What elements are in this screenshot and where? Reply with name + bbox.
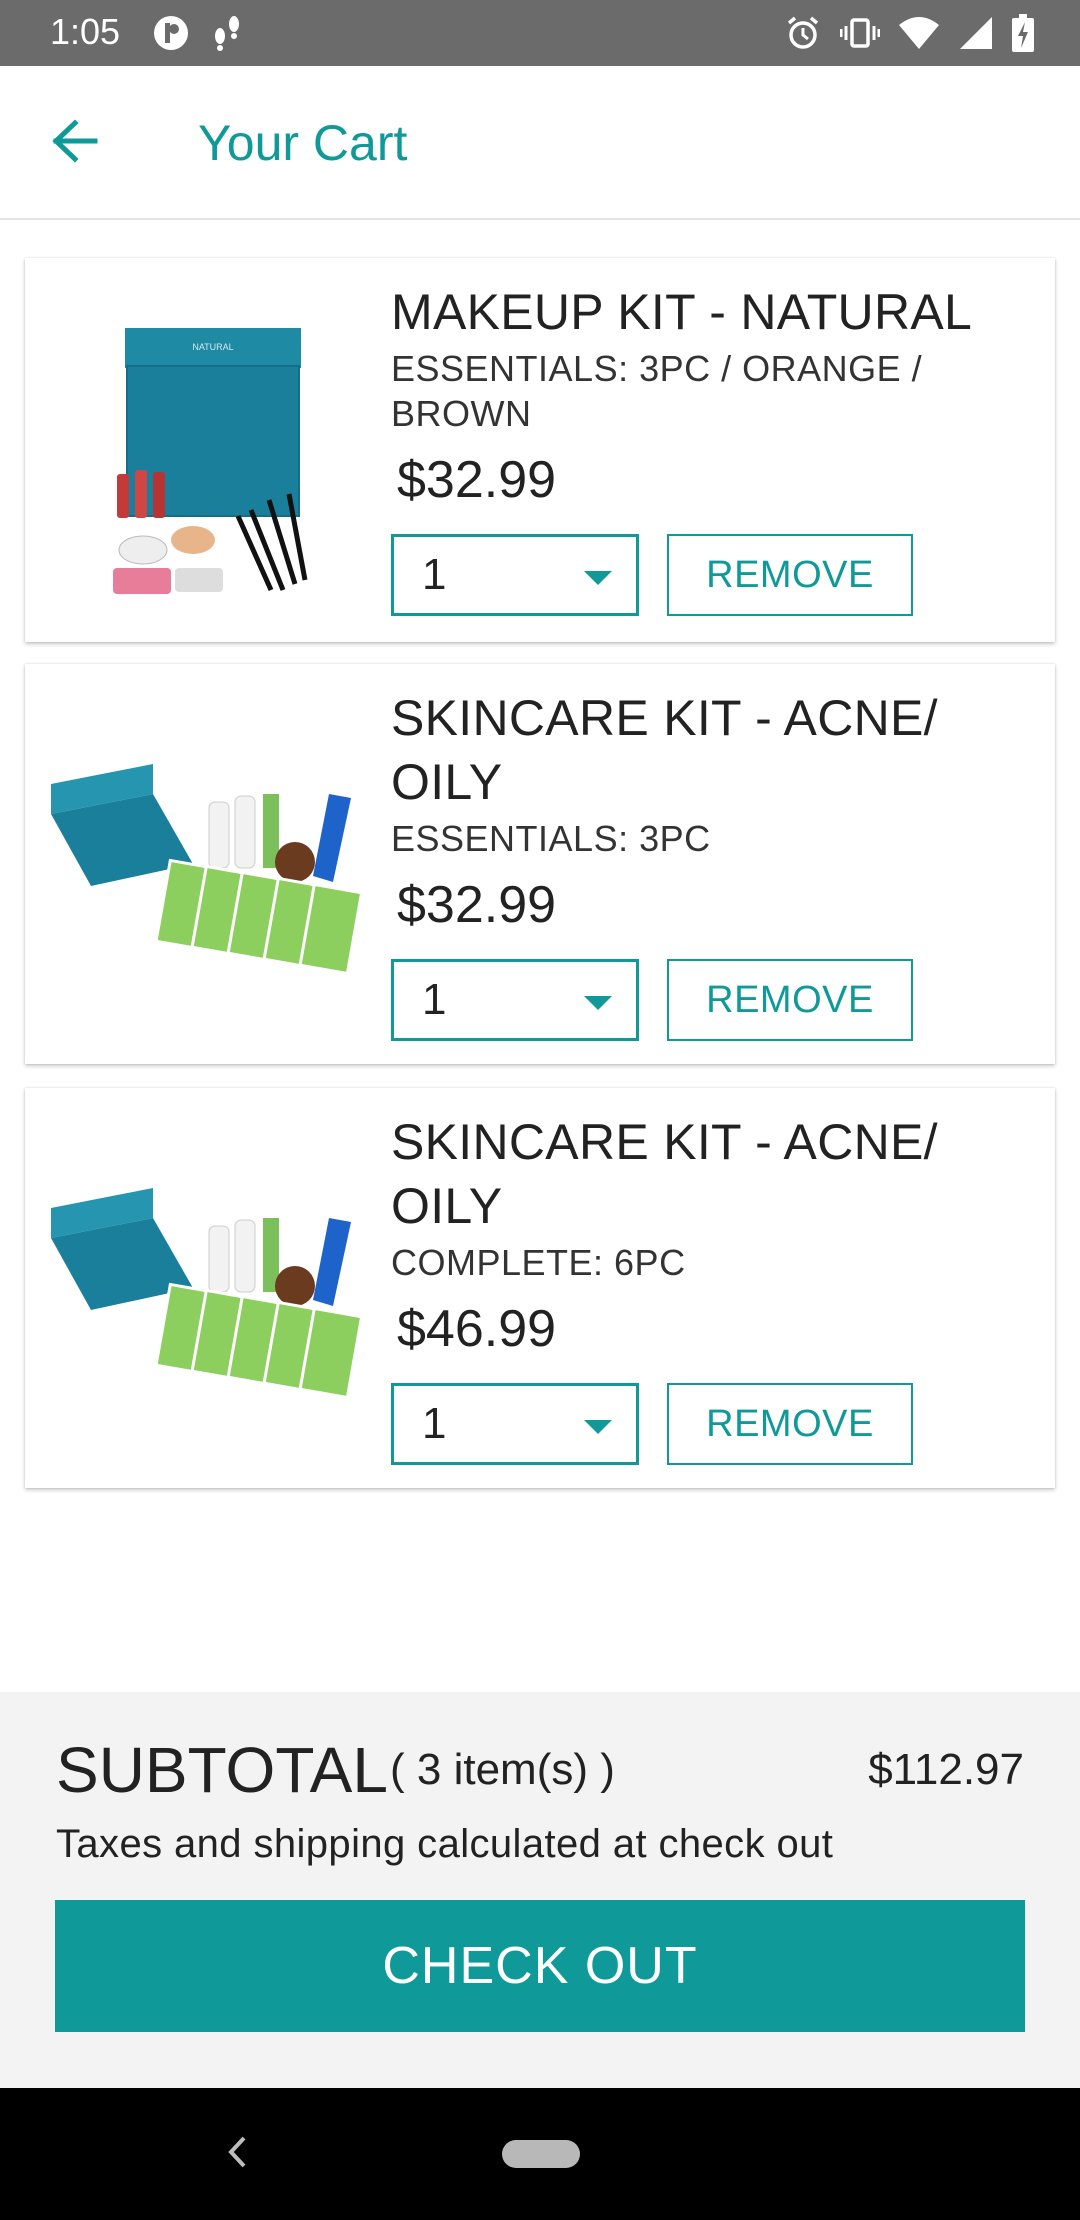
item-name: MAKEUP KIT - NATURAL [391,284,973,340]
item-name: SKINCARE KIT - ACNE/ OILY [391,690,938,810]
cart-summary: SUBTOTAL ( 3 item(s) ) $112.97 Taxes and… [0,1692,1080,2088]
wifi-icon [898,15,940,51]
quantity-value: 1 [422,1399,447,1448]
subtotal-amount: $112.97 [868,1745,1024,1794]
cell-signal-icon [958,15,994,51]
footsteps-icon [212,14,242,52]
quantity-value: 1 [422,975,447,1024]
item-variant: ESSENTIALS: 3PC / ORANGE / BROWN [391,348,923,434]
dropdown-arrow-icon [584,996,612,1010]
remove-button[interactable]: REMOVE [667,1383,913,1465]
item-name: SKINCARE KIT - ACNE/ OILY [391,1114,938,1234]
quantity-dropdown[interactable]: 1 [391,534,639,616]
subtotal-label: SUBTOTAL [56,1734,388,1806]
nav-home-button[interactable] [502,2140,580,2168]
status-bar: 1:05 [0,0,1080,66]
item-variant: ESSENTIALS: 3PC [391,818,711,859]
vibrate-icon [840,14,880,52]
battery-charging-icon [1012,14,1034,52]
dropdown-arrow-icon [584,571,612,585]
product-image-skincare-kit [43,1138,373,1438]
system-nav-bar [0,2088,1080,2220]
dropdown-arrow-icon [584,1420,612,1434]
status-time: 1:05 [50,11,121,52]
app-notification-icon [152,14,190,52]
arrow-back-icon [51,118,99,168]
checkout-button[interactable]: CHECK OUT [55,1900,1025,2032]
item-count: ( 3 item(s) ) [390,1745,615,1794]
back-button[interactable] [40,112,110,174]
remove-button[interactable]: REMOVE [667,959,913,1041]
item-price: $46.99 [397,1300,557,1358]
page-title: Your Cart [198,115,408,171]
product-image-makeup-kit: NATURAL [43,288,373,606]
cart-item[interactable]: SKINCARE KIT - ACNE/ OILY COMPLETE: 6PC … [25,1088,1055,1488]
item-price: $32.99 [397,451,557,509]
product-image-skincare-kit [43,714,373,1014]
cart-item[interactable]: SKINCARE KIT - ACNE/ OILY ESSENTIALS: 3P… [25,664,1055,1064]
quantity-dropdown[interactable]: 1 [391,959,639,1041]
tax-note: Taxes and shipping calculated at check o… [56,1822,834,1866]
cart-item[interactable]: NATURAL MAKEUP KIT - NATURAL ESSENTIALS:… [25,258,1055,642]
remove-button[interactable]: REMOVE [667,534,913,616]
alarm-icon [784,14,822,52]
app-bar: Your Cart [0,66,1080,220]
quantity-dropdown[interactable]: 1 [391,1383,639,1465]
chevron-left-icon [226,2135,248,2174]
nav-back-button[interactable] [222,2130,252,2178]
item-price: $32.99 [397,876,557,934]
svg-text:NATURAL: NATURAL [192,342,233,352]
quantity-value: 1 [422,550,447,599]
item-variant: COMPLETE: 6PC [391,1242,686,1283]
